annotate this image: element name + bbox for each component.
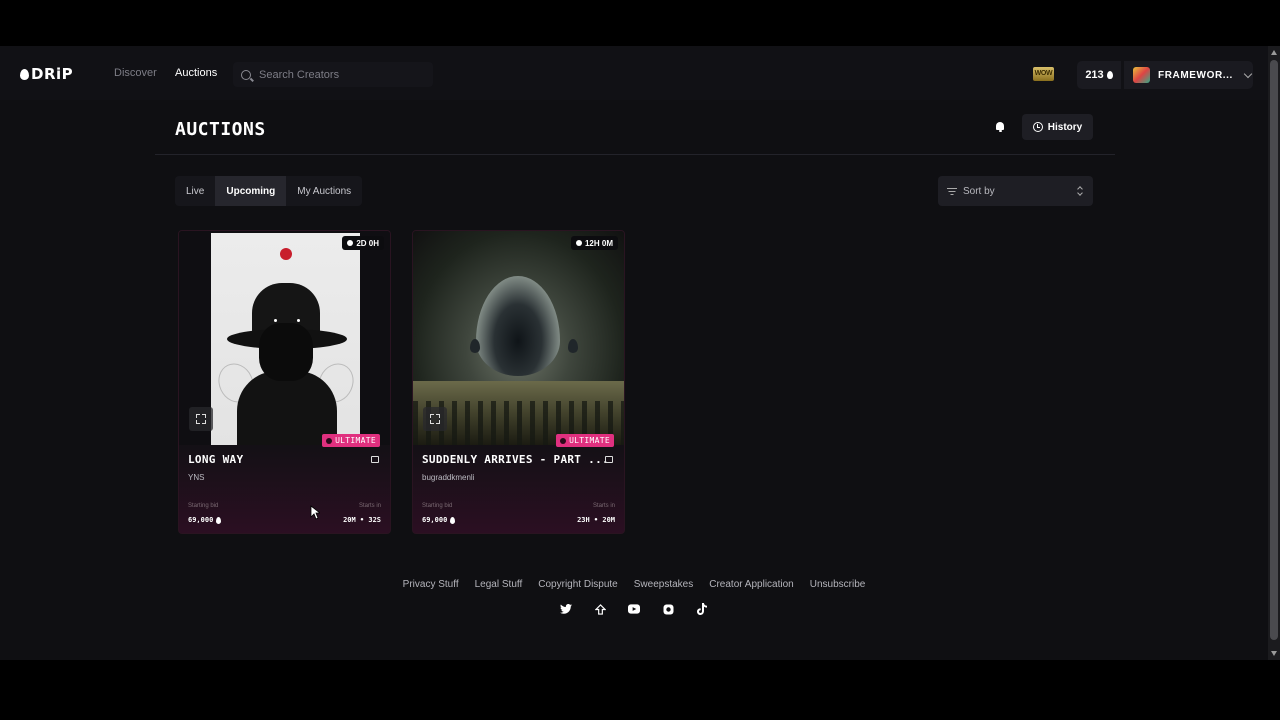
countdown-value: 2D 0H: [356, 238, 379, 248]
bell-icon[interactable]: [995, 122, 1005, 132]
starting-bid-amount: 69,000: [188, 516, 214, 524]
chevron-down-icon: [1243, 69, 1253, 78]
drop-icon: [450, 516, 456, 524]
drip-logo[interactable]: DRiP: [20, 65, 74, 83]
starts-in-label: Starts in: [358, 503, 381, 509]
top-navigation-bar: DRiP Discover Auctions WOW 213 FRAMEWOR.…: [0, 46, 1268, 100]
credits-balance[interactable]: 213: [1077, 61, 1121, 89]
rarity-label: ULTIMATE: [335, 436, 376, 445]
tiktok-icon[interactable]: [696, 603, 708, 615]
rarity-icon: [326, 437, 333, 444]
expand-icon[interactable]: [189, 407, 213, 431]
tab-live[interactable]: Live: [175, 176, 215, 206]
clock-icon: [347, 240, 354, 246]
avatar: [1133, 67, 1150, 83]
countdown-value: 12H 0M: [584, 238, 613, 248]
filter-icon: [947, 187, 957, 195]
starting-bid-label: Starting bid: [422, 503, 453, 509]
social-links: [0, 603, 1268, 615]
search-box[interactable]: [233, 62, 433, 87]
drop-icon: [216, 516, 222, 524]
instagram-icon[interactable]: [662, 603, 674, 615]
footer-link-sweepstakes[interactable]: Sweepstakes: [634, 579, 693, 590]
page-title: AUCTIONS: [175, 119, 266, 140]
footer-links: Privacy Stuff Legal Stuff Copyright Disp…: [0, 579, 1268, 590]
footer-link-privacy[interactable]: Privacy Stuff: [403, 579, 459, 590]
credits-value: 213: [1085, 69, 1104, 81]
tab-upcoming[interactable]: Upcoming: [215, 176, 287, 206]
tensor-icon[interactable]: [594, 603, 606, 615]
history-button[interactable]: History: [1022, 114, 1093, 140]
countdown-badge: 12H 0M: [570, 236, 618, 250]
clock-icon: [575, 240, 582, 246]
starting-bid-value: 69,000: [422, 516, 456, 524]
scroll-up-icon[interactable]: [1271, 50, 1277, 55]
twitter-icon[interactable]: [560, 603, 572, 615]
artwork-title: LONG WAY: [188, 453, 244, 466]
scrollbar[interactable]: [1268, 46, 1280, 660]
brand-name: DRiP: [31, 65, 74, 83]
youtube-icon[interactable]: [628, 603, 640, 615]
scrollbar-thumb[interactable]: [1270, 60, 1278, 640]
nav-auctions-link[interactable]: Auctions: [175, 67, 217, 79]
drop-icon: [20, 68, 29, 80]
footer-link-legal[interactable]: Legal Stuff: [475, 579, 523, 590]
sort-select[interactable]: Sort by: [938, 176, 1093, 206]
expand-icon[interactable]: [423, 407, 447, 431]
artwork-title: SUDDENLY ARRIVES - PART ...: [422, 453, 609, 466]
creator-name[interactable]: YNS: [188, 473, 204, 482]
search-input[interactable]: [259, 68, 419, 81]
starts-in-value: 23H • 20M: [577, 516, 615, 524]
sort-label: Sort by: [963, 185, 995, 197]
nav-discover-link[interactable]: Discover: [114, 67, 157, 79]
rarity-label: ULTIMATE: [569, 436, 610, 445]
starting-bid-value: 69,000: [188, 516, 222, 524]
account-menu-button[interactable]: FRAMEWOR...: [1124, 61, 1253, 89]
account-name: FRAMEWOR...: [1158, 69, 1233, 81]
auction-card[interactable]: 12H 0M ULTIMATE SUDDENLY ARRIVES - PART …: [412, 230, 625, 534]
rarity-badge: ULTIMATE: [322, 434, 380, 447]
mouse-cursor-icon: [310, 505, 320, 520]
scroll-down-icon[interactable]: [1271, 651, 1277, 656]
clock-icon: [1032, 122, 1043, 132]
countdown-badge: 2D 0H: [342, 236, 384, 250]
wow-badge-icon[interactable]: WOW: [1033, 67, 1054, 81]
auction-tabs: Live Upcoming My Auctions: [175, 176, 363, 206]
search-icon: [241, 69, 251, 80]
rarity-icon: [560, 437, 567, 444]
image-icon: [605, 456, 613, 463]
starts-in-value: 20M • 32S: [343, 516, 381, 524]
creator-name[interactable]: bugraddkmenli: [422, 473, 474, 482]
tab-my-auctions[interactable]: My Auctions: [286, 176, 362, 206]
drop-icon: [1106, 71, 1113, 79]
starting-bid-amount: 69,000: [422, 516, 448, 524]
rarity-badge: ULTIMATE: [556, 434, 614, 447]
auction-card[interactable]: 2D 0H ULTIMATE LONG WAY YNS Starting bid…: [178, 230, 391, 534]
footer-link-copyright[interactable]: Copyright Dispute: [538, 579, 617, 590]
image-icon: [371, 456, 379, 463]
app-viewport: DRiP Discover Auctions WOW 213 FRAMEWOR.…: [0, 46, 1280, 660]
history-label: History: [1047, 121, 1083, 133]
starts-in-label: Starts in: [592, 503, 615, 509]
divider: [155, 154, 1115, 155]
footer-link-creator-application[interactable]: Creator Application: [709, 579, 794, 590]
footer-link-unsubscribe[interactable]: Unsubscribe: [810, 579, 866, 590]
starting-bid-label: Starting bid: [188, 503, 219, 509]
chevron-up-down-icon: [1077, 186, 1083, 196]
